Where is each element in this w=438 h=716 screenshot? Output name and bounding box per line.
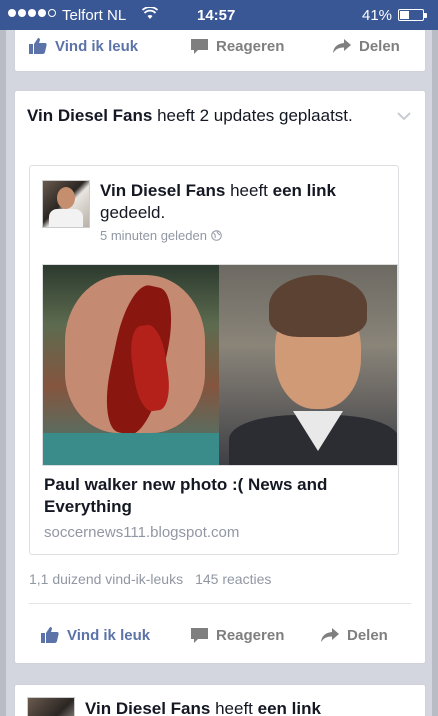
thumbs-up-icon xyxy=(29,38,47,54)
wifi-icon xyxy=(142,7,158,19)
share-icon xyxy=(321,628,339,642)
post-title: Vin Diesel Fans heeft een link gedeeld. xyxy=(100,180,390,224)
share-icon xyxy=(333,39,351,53)
comment-icon xyxy=(191,38,208,54)
portrait-photo xyxy=(219,265,397,465)
battery-icon xyxy=(398,9,427,21)
shared-link-post: Vin Diesel Fans heeft een link gedeeld. … xyxy=(29,165,399,555)
post-timestamp[interactable]: 5 minuten geleden xyxy=(100,228,207,243)
post-text-end: gedeeld. xyxy=(100,203,166,222)
comment-label: Reageren xyxy=(216,626,285,644)
post-title: Vin Diesel Fans heeft een link xyxy=(85,699,321,716)
clock: 14:57 xyxy=(197,7,236,24)
battery-percentage: 41% xyxy=(362,7,393,24)
engagement-counts: 1,1 duizend vind-ik-leuks 145 reacties xyxy=(29,571,271,587)
chevron-down-icon[interactable] xyxy=(397,111,411,121)
post-text: heeft xyxy=(210,699,258,716)
carrier-name: Telfort NL xyxy=(62,7,127,24)
divider xyxy=(29,603,411,604)
action-bar: Vind ik leuk Reageren Delen xyxy=(15,24,425,68)
frame-right xyxy=(432,0,438,716)
post-link-word[interactable]: een link xyxy=(273,181,336,200)
link-preview-image[interactable] xyxy=(42,264,398,466)
avatar[interactable] xyxy=(27,697,75,716)
next-story-card: Vin Diesel Fans heeft een link xyxy=(14,684,426,716)
post-author-link[interactable]: Vin Diesel Fans xyxy=(85,699,210,716)
post-author-link[interactable]: Vin Diesel Fans xyxy=(100,181,225,200)
share-label: Delen xyxy=(359,37,400,55)
share-button[interactable]: Delen xyxy=(333,24,400,68)
comment-icon xyxy=(191,627,208,643)
action-bar: Vind ik leuk Reageren Delen xyxy=(15,613,425,657)
comment-button[interactable]: Reageren xyxy=(191,613,284,657)
link-domain: soccernews111.blogspot.com xyxy=(44,524,240,541)
post-text: heeft xyxy=(225,181,273,200)
avatar[interactable] xyxy=(42,180,90,228)
story-card: Vin Diesel Fans heeft 2 updates geplaats… xyxy=(14,90,426,664)
story-header-text: heeft 2 updates geplaatst. xyxy=(152,106,353,125)
like-button[interactable]: Vind ik leuk xyxy=(41,613,150,657)
globe-icon xyxy=(211,230,222,241)
like-button[interactable]: Vind ik leuk xyxy=(29,24,138,68)
likes-count[interactable]: 1,1 duizend vind-ik-leuks xyxy=(29,571,183,587)
thumbs-up-icon xyxy=(41,627,59,643)
battery-fill xyxy=(400,11,409,19)
comment-button[interactable]: Reageren xyxy=(191,24,284,68)
post-link-word[interactable]: een link xyxy=(258,699,321,716)
injured-face-photo xyxy=(43,265,219,465)
link-title[interactable]: Paul walker new photo :( News and Everyt… xyxy=(44,474,394,518)
comments-count[interactable]: 145 reacties xyxy=(195,571,271,587)
like-label: Vind ik leuk xyxy=(67,626,151,644)
page-name-link[interactable]: Vin Diesel Fans xyxy=(27,106,152,125)
like-label: Vind ik leuk xyxy=(55,37,139,55)
frame-left xyxy=(0,0,6,716)
share-label: Delen xyxy=(347,626,388,644)
share-button[interactable]: Delen xyxy=(321,613,388,657)
signal-strength-icon xyxy=(8,9,56,17)
story-header: Vin Diesel Fans heeft 2 updates geplaats… xyxy=(27,105,407,127)
comment-label: Reageren xyxy=(216,37,285,55)
post-meta: 5 minuten geleden xyxy=(100,228,222,243)
status-bar: Telfort NL 14:57 41% xyxy=(0,0,438,30)
